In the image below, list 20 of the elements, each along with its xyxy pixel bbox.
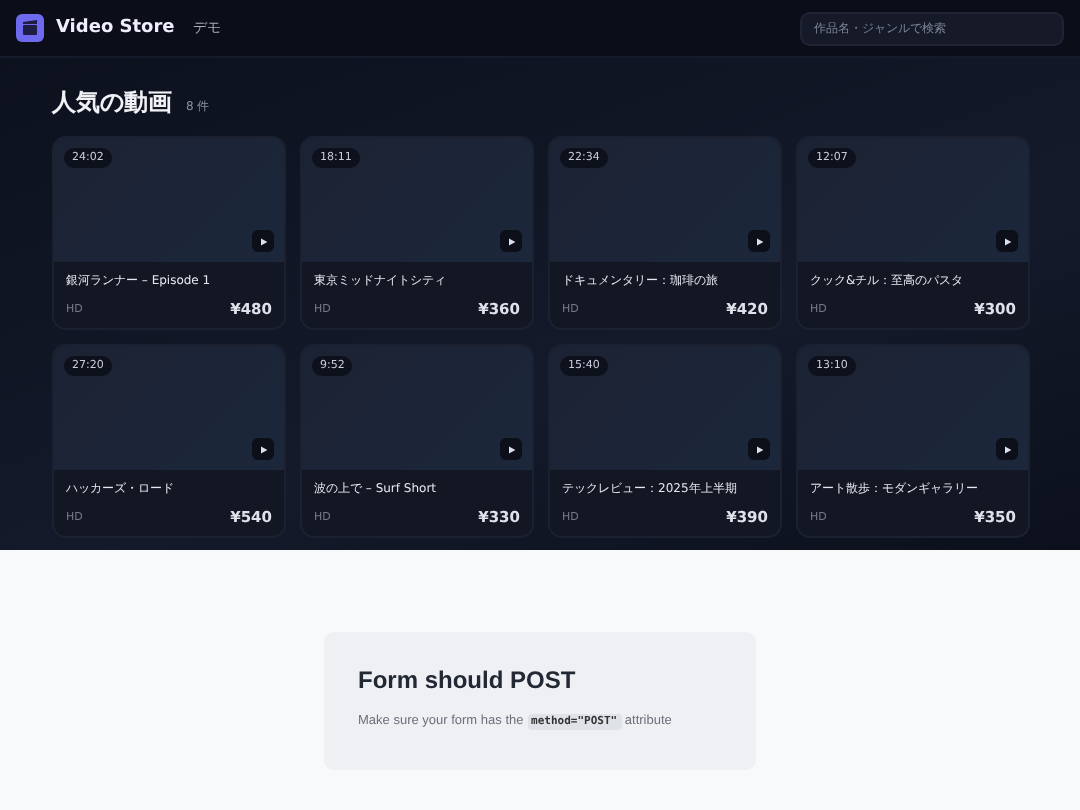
play-icon [1003,237,1011,245]
play-button[interactable] [500,438,522,460]
play-button[interactable] [500,230,522,252]
play-button[interactable] [996,438,1018,460]
play-icon [1003,445,1011,453]
play-icon [755,237,763,245]
play-button[interactable] [996,230,1018,252]
clapperboard-icon [16,14,44,42]
notice-title: Form should POST [358,666,578,694]
play-button[interactable] [748,438,770,460]
play-icon [507,237,515,245]
play-button[interactable] [252,230,274,252]
play-button[interactable] [252,438,274,460]
play-icon [259,445,267,453]
brand-name[interactable]: Video Store [56,18,175,38]
play-icon [259,237,267,245]
play-button[interactable] [748,230,770,252]
play-icon [507,445,515,453]
play-icon [755,445,763,453]
section-title: 人気の動画 [52,86,172,120]
